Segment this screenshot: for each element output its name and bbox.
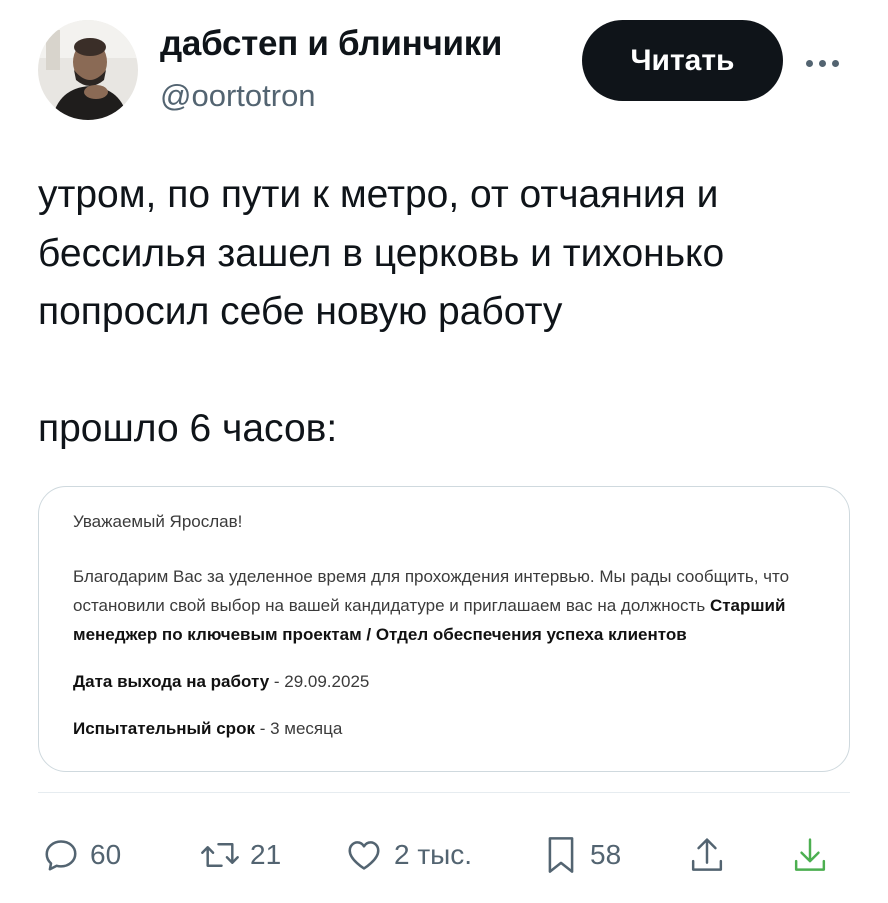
more-dot [806,59,813,67]
avatar[interactable] [38,20,138,120]
more-dot [832,59,839,67]
tweet-paragraph: прошло 6 часов: [38,406,338,450]
download-icon [794,838,826,871]
author-handle[interactable]: @oortotron [160,78,316,114]
letter-start-date: Дата выхода на работу - 29.09.2025 [73,667,829,696]
reply-icon [45,840,77,871]
download-button[interactable] [790,830,830,880]
tweet-actions: 60 21 2 тыс. 58 [38,830,850,880]
like-button[interactable]: 2 тыс. [344,830,472,880]
follow-button[interactable]: Читать [582,20,783,101]
repost-count: 21 [250,839,282,870]
share-button[interactable] [688,830,726,880]
repost-icon [201,843,239,868]
heart-icon [348,841,380,870]
offer-letter: Уважаемый Ярослав! Благодарим Вас за уде… [73,507,829,761]
more-dot [819,59,826,67]
avatar-photo [38,20,138,120]
tweet-paragraph: утром, по пути к метро, от отчаяния и бе… [38,173,725,333]
letter-body: Благодарим Вас за уделенное время для пр… [73,562,829,649]
like-count: 2 тыс. [394,839,473,870]
start-date-label: Дата выхода на работу [73,672,270,691]
reply-count: 60 [90,839,122,870]
bookmark-icon [548,837,574,873]
probation-value: - 3 месяца [254,719,343,738]
probation-label: Испытательный срок [73,719,255,738]
bookmark-count: 58 [590,839,622,870]
actions-divider [38,792,850,793]
author-display-name[interactable]: дабстеп и блинчики [160,24,502,64]
start-date-value: - 29.09.2025 [269,672,370,691]
tweet-text: утром, по пути к метро, от отчаяния и бе… [38,166,858,458]
share-icon [691,838,723,871]
attached-image[interactable]: Уважаемый Ярослав! Благодарим Вас за уде… [38,486,850,772]
letter-body-intro: Благодарим Вас за уделенное время для пр… [73,567,790,615]
repost-button[interactable]: 21 [200,830,281,880]
reply-button[interactable]: 60 [42,830,121,880]
letter-greeting: Уважаемый Ярослав! [73,512,243,531]
bookmark-button[interactable]: 58 [542,830,621,880]
letter-probation: Испытательный срок - 3 месяца [73,714,829,743]
more-options-icon[interactable] [806,56,846,70]
